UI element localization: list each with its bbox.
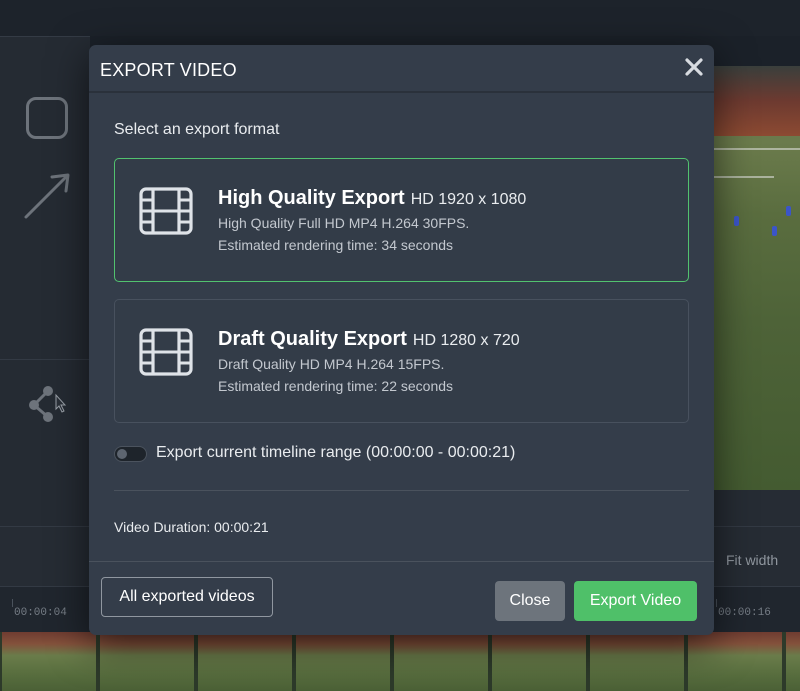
close-button[interactable]: Close xyxy=(495,581,565,621)
option-render-time: Estimated rendering time: 34 seconds xyxy=(218,237,454,253)
film-icon xyxy=(139,328,193,376)
option-description: High Quality Full HD MP4 H.264 30FPS. xyxy=(218,215,470,231)
option-description: Draft Quality HD MP4 H.264 15FPS. xyxy=(218,356,445,372)
video-duration: Video Duration: 00:00:21 xyxy=(114,519,269,535)
timeline-range-toggle[interactable] xyxy=(114,446,147,462)
option-resolution: HD 1920 x 1080 xyxy=(410,191,527,208)
ruler-label: 00:00:16 xyxy=(718,607,771,619)
timeline-range-label[interactable]: Export current timeline range (00:00:00 … xyxy=(156,444,515,462)
close-icon[interactable] xyxy=(684,57,704,77)
ruler-label: 00:00:04 xyxy=(14,607,67,619)
node-icon[interactable] xyxy=(26,383,70,427)
high-quality-export-option[interactable]: High Quality Export HD 1920 x 1080 High Q… xyxy=(114,158,689,282)
format-prompt: Select an export format xyxy=(114,121,280,138)
timeline-thumbnails xyxy=(0,632,800,691)
option-title: High Quality Export HD 1920 x 1080 xyxy=(218,187,526,210)
fit-width-button[interactable]: Fit width xyxy=(726,552,778,568)
option-name: Draft Quality Export xyxy=(218,328,407,350)
arrow-icon[interactable] xyxy=(22,169,74,221)
draft-quality-export-option[interactable]: Draft Quality Export HD 1280 x 720 Draft … xyxy=(114,299,689,423)
film-icon xyxy=(139,187,193,235)
dialog-footer: All exported videos Close Export Video xyxy=(89,561,714,635)
option-render-time: Estimated rendering time: 22 seconds xyxy=(218,378,454,394)
toggle-knob xyxy=(117,449,127,459)
export-video-button[interactable]: Export Video xyxy=(574,581,697,621)
dialog-header: EXPORT VIDEO xyxy=(89,45,714,93)
tool-sidebar xyxy=(0,36,90,526)
option-resolution: HD 1280 x 720 xyxy=(412,332,520,349)
all-exported-videos-button[interactable]: All exported videos xyxy=(101,577,273,617)
video-preview xyxy=(714,66,800,490)
option-name: High Quality Export xyxy=(218,187,405,209)
option-title: Draft Quality Export HD 1280 x 720 xyxy=(218,328,520,351)
divider xyxy=(114,490,689,491)
dialog-title: EXPORT VIDEO xyxy=(100,60,237,80)
export-video-dialog: EXPORT VIDEO Select an export format Hig… xyxy=(89,45,714,635)
app-top-bar xyxy=(0,0,800,36)
rectangle-icon[interactable] xyxy=(26,97,68,139)
